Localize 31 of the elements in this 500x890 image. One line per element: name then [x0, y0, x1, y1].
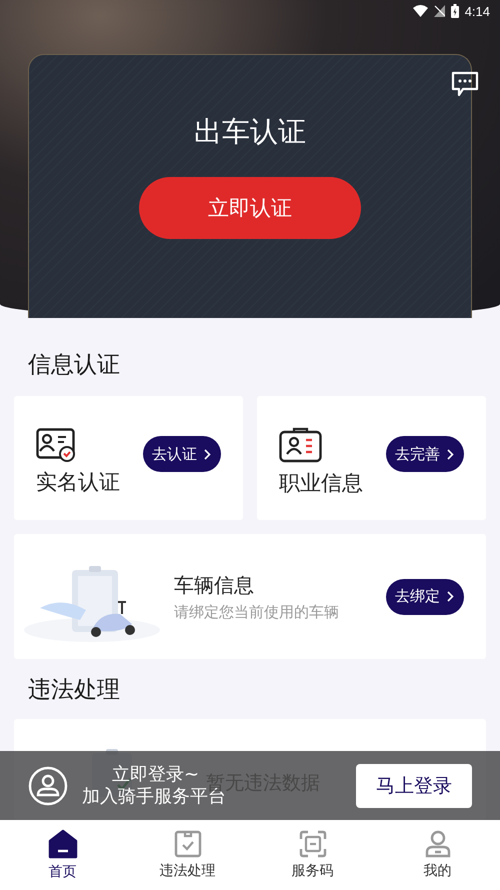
status-time: 4:14 [464, 4, 490, 18]
badge-icon [279, 427, 323, 463]
card-title: 实名认证 [36, 469, 120, 496]
bind-button[interactable]: 去绑定 [386, 578, 464, 614]
battery-icon [450, 4, 459, 18]
vehicle-title: 车辆信息 [174, 572, 255, 598]
nav-tab[interactable]: 违法处理 [125, 820, 250, 890]
card-title: 职业信息 [279, 470, 363, 497]
nav-tab[interactable]: 服务码 [250, 820, 375, 890]
nav-tab[interactable]: 我的 [375, 820, 500, 890]
wifi-icon [412, 5, 428, 17]
id-card-icon [36, 428, 76, 462]
section-title: 违法处理 [27, 676, 121, 705]
section-title: 信息认证 [27, 351, 121, 380]
certify-button[interactable]: 立即认证 [139, 177, 361, 239]
user-avatar-icon [28, 766, 68, 806]
clipboard-check-icon [174, 830, 202, 858]
scan-frame-icon [298, 830, 326, 858]
chevron-icon [447, 591, 454, 602]
hero-title: 出车认证 [194, 114, 306, 150]
login-button[interactable]: 马上登录 [356, 764, 472, 808]
message-icon[interactable] [451, 71, 479, 97]
nav-tab[interactable]: 首页 [0, 820, 125, 890]
user-icon [424, 830, 450, 858]
no-signal-icon [434, 5, 445, 17]
chevron-icon [447, 448, 454, 460]
home-icon [48, 829, 78, 859]
action-button[interactable]: 去认证 [143, 436, 221, 472]
vehicle-subtitle: 请绑定您当前使用的车辆 [174, 602, 340, 622]
action-button[interactable]: 去完善 [386, 436, 464, 472]
chevron-icon [204, 448, 211, 460]
